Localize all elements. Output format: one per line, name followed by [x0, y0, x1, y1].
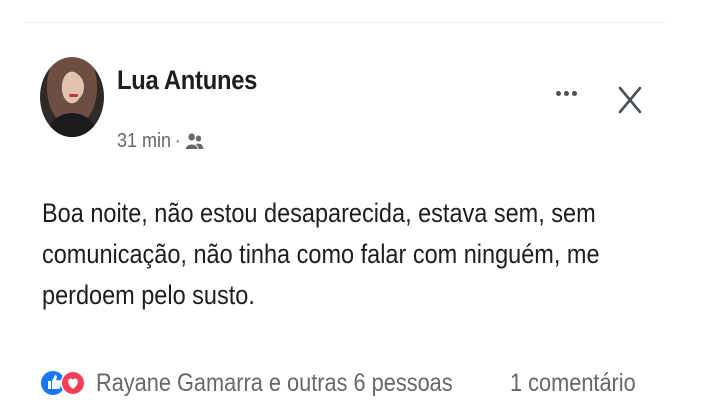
reactions-summary[interactable]: Rayane Gamarra e outras 6 pessoas — [96, 369, 453, 398]
post-meta: 31 min · — [117, 130, 204, 153]
post-body-line: comunicação, não tinha como falar com ni… — [42, 239, 600, 269]
post-body-line: Boa noite, não estou desaparecida, estav… — [42, 198, 596, 228]
post-timestamp[interactable]: 31 min — [117, 130, 171, 153]
author-name[interactable]: Lua Antunes — [117, 65, 257, 96]
more-options-icon[interactable] — [551, 81, 581, 105]
post-footer: Rayane Gamarra e outras 6 pessoas 1 come… — [40, 367, 660, 411]
close-icon[interactable] — [617, 85, 643, 115]
friends-icon[interactable] — [184, 132, 204, 152]
avatar-lips — [69, 94, 78, 97]
post-body-line: perdoem pelo susto. — [42, 280, 255, 310]
comments-count[interactable]: 1 comentário — [510, 369, 636, 398]
avatar-shoulders — [46, 113, 98, 137]
meta-separator: · — [174, 130, 181, 152]
reaction-icons[interactable] — [40, 367, 96, 399]
post-body: Boa noite, não estou desaparecida, estav… — [42, 193, 600, 316]
love-reaction-icon — [60, 370, 86, 396]
post-card: Lua Antunes 31 min · Boa noite, não esto… — [24, 22, 666, 411]
author-avatar[interactable] — [40, 57, 104, 137]
